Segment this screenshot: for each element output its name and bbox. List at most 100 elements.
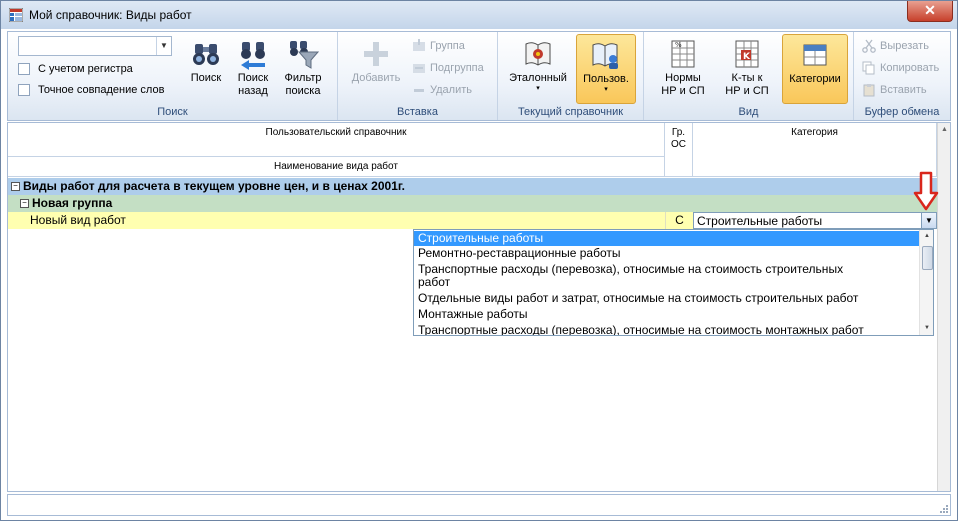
add-subgroup-label: Подгруппа	[430, 62, 484, 74]
header-os-text: ОС	[671, 139, 686, 150]
copy-label: Копировать	[880, 62, 940, 74]
gr-os-text: С	[675, 213, 684, 227]
list-item-continued[interactable]: работ	[414, 276, 919, 289]
add-group-label: Группа	[430, 40, 465, 52]
norms-label-1: Нормы	[665, 72, 701, 84]
case-sensitive-option[interactable]: С учетом регистра	[18, 63, 133, 75]
coefficients-button[interactable]: K К-ты к НР и СП	[716, 34, 778, 104]
header-work-name[interactable]: Наименование вида работ	[8, 157, 665, 177]
group-level1-label: Виды работ для расчета в текущем уровне …	[23, 179, 406, 193]
group-icon	[413, 39, 425, 51]
search-button-label: Поиск	[190, 72, 222, 84]
cell-gr-os[interactable]: С	[665, 212, 693, 229]
ribbon-group-view: % Нормы НР и СП K К-ты к НР и СП Категор…	[644, 32, 854, 120]
collapse-icon[interactable]: −	[20, 199, 29, 209]
chevron-down-icon[interactable]: ▼	[921, 213, 936, 228]
add-button[interactable]: Добавить	[344, 34, 408, 104]
user-book-label: Пользов.	[583, 73, 629, 85]
categories-label: Категории	[789, 73, 841, 85]
ribbon-group-search: ▼ С учетом регистра Точное совпадение сл…	[8, 32, 338, 120]
coefficients-label-2: НР и СП	[725, 85, 769, 97]
chevron-down-icon[interactable]: ▼	[156, 37, 171, 55]
scroll-up-icon[interactable]: ▲	[920, 230, 933, 242]
user-book-dropdown-icon: ▾	[604, 86, 608, 93]
dropdown-scroll-thumb[interactable]	[922, 246, 933, 270]
cell-work-name[interactable]: Новый вид работ	[30, 212, 665, 229]
filter-search-button[interactable]: Фильтр поиска	[278, 34, 328, 104]
norms-table-icon: %	[671, 40, 695, 68]
header-category-text: Категория	[791, 127, 838, 138]
group-row-level2[interactable]: − Новая группа	[8, 195, 937, 212]
view-group-label: Вид	[738, 106, 759, 118]
exact-match-option[interactable]: Точное совпадение слов	[18, 84, 164, 96]
user-book-icon	[592, 43, 618, 69]
svg-text:%: %	[675, 41, 682, 49]
list-item[interactable]: Ремонтно-реставрационные работы	[414, 247, 919, 260]
add-button-label: Добавить	[351, 72, 401, 84]
reference-book-label: Эталонный	[509, 72, 567, 84]
exact-match-checkbox[interactable]	[18, 84, 30, 96]
scissors-icon	[862, 39, 876, 53]
book-icon	[525, 42, 551, 66]
cut-label: Вырезать	[880, 40, 929, 52]
search-button[interactable]: Поиск	[184, 34, 228, 104]
header-user-reference: Пользовательский справочник	[8, 123, 665, 157]
add-group-button[interactable]: Группа	[412, 37, 465, 55]
grid-vertical-scrollbar[interactable]: ▲	[937, 123, 950, 491]
case-sensitive-checkbox[interactable]	[18, 63, 30, 75]
annotation-arrow-icon	[913, 171, 939, 211]
table-row[interactable]: Новый вид работ С Строительные работы ▼	[8, 212, 937, 229]
add-subgroup-button[interactable]: Подгруппа	[412, 59, 484, 77]
subgroup-icon	[413, 64, 425, 73]
reference-dropdown-icon: ▾	[536, 85, 540, 92]
dropdown-scrollbar[interactable]: ▲ ▼	[919, 230, 933, 335]
paste-icon	[863, 84, 875, 97]
ribbon-group-clipboard: Вырезать Копировать Вставить Буфер обмен…	[854, 32, 950, 120]
cut-button[interactable]: Вырезать	[862, 37, 929, 55]
category-select[interactable]: Строительные работы ▼	[693, 212, 937, 229]
add-icon	[364, 42, 388, 66]
scroll-down-icon[interactable]: ▼	[920, 322, 933, 334]
binoculars-back-icon	[241, 42, 265, 70]
delete-label: Удалить	[430, 84, 472, 96]
group-row-level1[interactable]: − Виды работ для расчета в текущем уровне…	[8, 178, 937, 195]
collapse-icon[interactable]: −	[11, 182, 20, 192]
list-item[interactable]: Строительные работы	[414, 231, 919, 246]
filter-label-2: поиска	[285, 85, 321, 97]
header-gr-text: Гр.	[671, 127, 686, 138]
norms-button[interactable]: % Нормы НР и СП	[654, 34, 712, 104]
header-category[interactable]: Категория	[693, 123, 937, 177]
paste-label: Вставить	[880, 84, 927, 96]
search-back-label-2: назад	[238, 85, 268, 97]
header-gr-os[interactable]: Гр. ОС	[665, 123, 693, 177]
category-value: Строительные работы	[697, 214, 823, 228]
close-icon: ✕	[924, 2, 936, 18]
ribbon: ▼ С учетом регистра Точное совпадение сл…	[7, 31, 951, 121]
copy-button[interactable]: Копировать	[862, 59, 939, 77]
ribbon-group-current: Эталонный ▾ Пользов. ▾ Текущий справочни…	[498, 32, 644, 120]
case-sensitive-label: С учетом регистра	[38, 63, 133, 75]
categories-button[interactable]: Категории	[782, 34, 848, 104]
scroll-up-icon[interactable]: ▲	[938, 123, 950, 137]
list-item[interactable]: Транспортные расходы (перевозка), относи…	[414, 324, 919, 336]
app-icon	[9, 8, 23, 22]
header-user-reference-text: Пользовательский справочник	[265, 127, 407, 138]
close-button[interactable]: ✕	[907, 1, 953, 22]
insert-group-label: Вставка	[397, 106, 438, 118]
reference-book-button[interactable]: Эталонный ▾	[506, 34, 570, 104]
delete-button[interactable]: Удалить	[412, 81, 472, 99]
svg-text:K: K	[743, 52, 751, 62]
categories-icon	[803, 44, 827, 66]
user-book-button[interactable]: Пользов. ▾	[576, 34, 636, 104]
resize-grip-icon[interactable]	[938, 503, 948, 513]
list-item[interactable]: Транспортные расходы (перевозка), относи…	[414, 263, 919, 276]
list-item[interactable]: Отдельные виды работ и затрат, относимые…	[414, 292, 919, 305]
main-window: Мой справочник: Виды работ ✕ ▼ С учетом …	[0, 0, 958, 521]
coefficients-table-icon: K	[735, 40, 759, 68]
paste-button[interactable]: Вставить	[862, 81, 927, 99]
search-back-button[interactable]: Поиск назад	[230, 34, 276, 104]
search-combo[interactable]: ▼	[18, 36, 172, 56]
title-bar: Мой справочник: Виды работ ✕	[1, 1, 957, 29]
list-item[interactable]: Монтажные работы	[414, 308, 919, 321]
group-level2-label: Новая группа	[32, 196, 113, 210]
